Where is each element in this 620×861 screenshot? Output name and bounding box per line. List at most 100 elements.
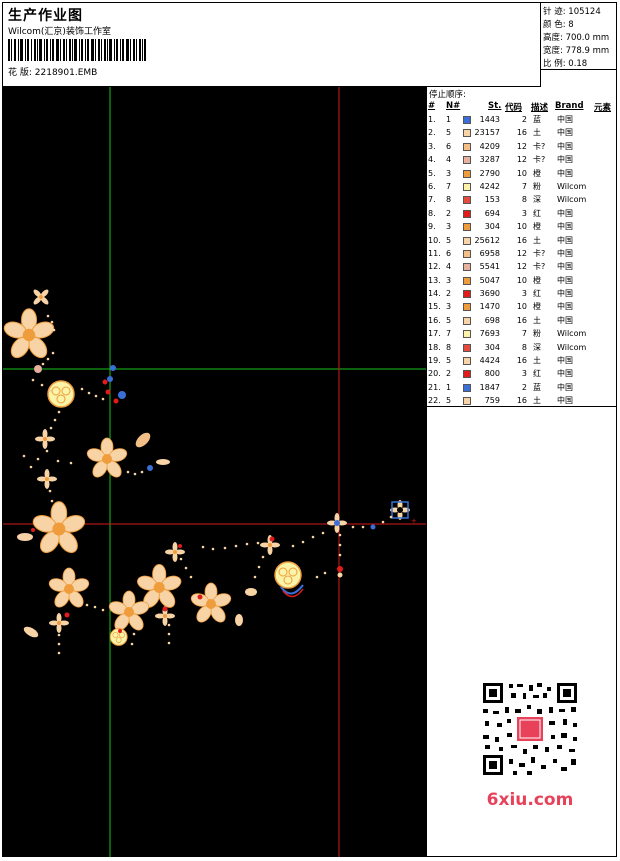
color-swatch — [463, 330, 471, 339]
row-stitches: 25612 — [474, 235, 500, 245]
table-row: 6. 7 4242 7 粉 Wilcom — [427, 180, 617, 193]
table-row: 8. 2 694 3 红 中国 — [427, 207, 617, 220]
stat-colors: 颜 色: 8 — [543, 20, 574, 30]
row-brand: Wilcom — [557, 342, 587, 352]
row-code: 2 — [521, 382, 527, 392]
row-number: 15. — [428, 302, 441, 312]
page-title: 生产作业图 — [8, 8, 83, 24]
row-stitches: 1443 — [479, 115, 500, 124]
row-number: 17. — [428, 329, 441, 339]
row-needle: 8 — [446, 195, 452, 205]
file-name: 2218901.EMB — [34, 68, 98, 78]
table-row: 3. 6 4209 12 卡? 中国 — [427, 140, 617, 153]
row-number: 10. — [428, 235, 441, 245]
svg-text:+: + — [411, 517, 417, 525]
color-swatch — [463, 116, 471, 124]
row-desc: 蓝 — [533, 382, 541, 392]
row-brand: 中国 — [557, 168, 573, 178]
row-needle: 5 — [446, 235, 452, 245]
row-code: 12 — [516, 141, 527, 151]
row-stitches: 5541 — [479, 262, 500, 272]
color-swatch — [463, 156, 471, 165]
row-needle: 1 — [446, 115, 452, 124]
color-swatch — [463, 370, 471, 379]
row-number: 5. — [428, 168, 436, 178]
row-needle: 3 — [446, 302, 452, 312]
col-header-needle: N# — [446, 101, 461, 111]
row-code: 16 — [516, 356, 527, 366]
col-header-brand: Brand — [555, 101, 584, 111]
row-stitches: 1470 — [479, 302, 500, 312]
stop-sequence-panel: 停止顺序: # N# St. 代码 描述 Brand 元素 1. 1 1443 2 蓝中… — [426, 87, 617, 857]
file-label: 花 版: — [8, 68, 32, 78]
stat-height: 高度: 700.0 mm — [543, 33, 610, 43]
row-number: 12. — [428, 262, 441, 272]
row-number: 7. — [428, 195, 436, 205]
row-needle: 2 — [446, 208, 452, 218]
table-row: 5. 3 2790 10 橙 中国 — [427, 167, 617, 180]
row-brand: 中国 — [557, 262, 573, 272]
row-brand: 中国 — [557, 356, 573, 366]
table-row: 2. 5 23157 16 土 中国 — [427, 126, 617, 139]
row-number: 6. — [428, 181, 436, 191]
color-swatch — [463, 263, 471, 272]
color-swatch — [463, 236, 471, 245]
row-number: 13. — [428, 275, 441, 285]
color-swatch — [463, 383, 471, 392]
table-row: 1. 1 1443 2 蓝 中国 — [427, 113, 617, 126]
row-stitches: 694 — [484, 208, 500, 218]
color-swatch — [463, 290, 471, 299]
row-brand: 中国 — [557, 208, 573, 218]
stat-stitches: 针 迹: 105124 — [543, 7, 601, 17]
table-row: 4. 4 3287 12 卡? 中国 — [427, 153, 617, 166]
color-swatch — [463, 209, 471, 218]
col-header-desc: 描述 — [531, 103, 549, 113]
row-needle: 7 — [446, 181, 452, 191]
row-stitches: 7693 — [479, 329, 500, 339]
color-swatch — [463, 303, 471, 312]
table-row: 19. 5 4424 16 土 中国 — [427, 354, 617, 367]
watermark-site: 6xiu.com — [486, 790, 574, 810]
row-desc: 蓝 — [533, 115, 541, 124]
row-stitches: 23157 — [474, 128, 500, 138]
row-stitches: 3690 — [479, 289, 500, 299]
row-desc: 深 — [533, 342, 541, 352]
row-brand: 中国 — [557, 315, 573, 325]
row-number: 18. — [428, 342, 441, 352]
row-needle: 4 — [446, 155, 452, 165]
design-canvas[interactable]: + — [3, 87, 426, 857]
row-needle: 3 — [446, 168, 452, 178]
row-number: 21. — [428, 382, 441, 392]
row-brand: 中国 — [557, 302, 573, 312]
row-stitches: 304 — [484, 342, 500, 352]
row-code: 10 — [516, 168, 527, 178]
studio-name: Wilcom(汇京)装饰工作室 — [8, 27, 111, 37]
row-needle: 8 — [446, 342, 452, 352]
row-code: 10 — [516, 275, 527, 285]
qr-code — [471, 679, 589, 779]
table-row: 7. 8 153 8 深 Wilcom — [427, 193, 617, 206]
row-number: 3. — [428, 141, 436, 151]
row-brand: 中国 — [557, 275, 573, 285]
row-number: 16. — [428, 315, 441, 325]
color-swatch — [463, 249, 471, 258]
row-brand: 中国 — [557, 382, 573, 392]
col-header-element: 元素 — [594, 103, 612, 113]
row-brand: 中国 — [557, 235, 573, 245]
embroidery-preview: + — [3, 87, 426, 857]
row-needle: 1 — [446, 382, 452, 392]
color-swatch — [463, 276, 471, 285]
row-needle: 6 — [446, 141, 452, 151]
row-needle: 5 — [446, 128, 452, 138]
col-header-stitches: St. — [488, 101, 502, 111]
row-code: 2 — [521, 115, 527, 124]
table-row: 12. 4 5541 12 卡? 中国 — [427, 260, 617, 273]
row-code: 12 — [516, 248, 527, 258]
row-brand: 中国 — [557, 369, 573, 379]
row-code: 12 — [516, 262, 527, 272]
row-brand: 中国 — [557, 248, 573, 258]
row-stitches: 800 — [484, 369, 500, 379]
color-swatch — [463, 397, 471, 406]
row-brand: 中国 — [557, 128, 573, 138]
row-number: 11. — [428, 248, 441, 258]
